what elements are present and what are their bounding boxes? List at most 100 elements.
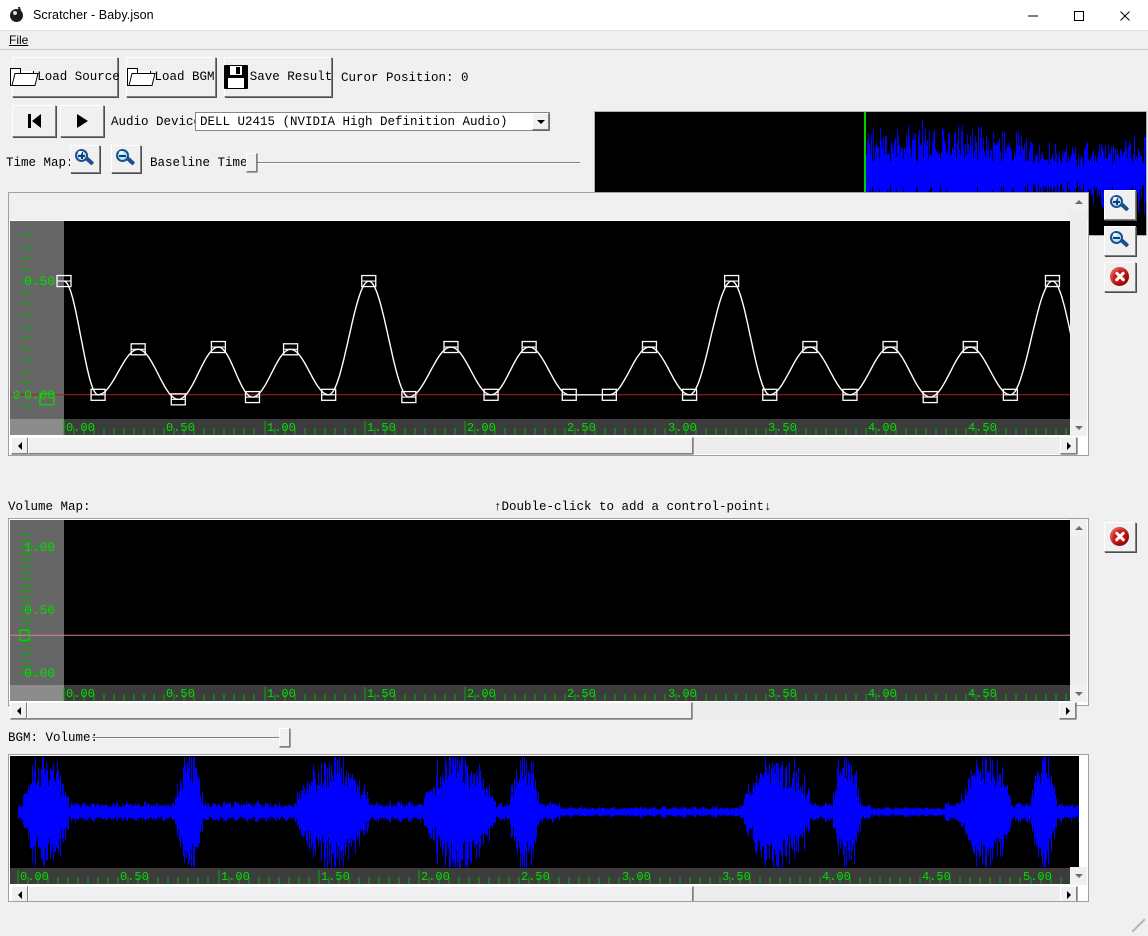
- time-map-ruler[interactable]: 0.00 0.50 1.00 1.50 2.00 2.50 3.00 3.50 4.00 4.50…: [10, 419, 1079, 435]
- scroll-right-button[interactable]: [1060, 886, 1077, 901]
- arrow-left-icon: [17, 441, 22, 450]
- svg-text:2.50: 2.50: [521, 870, 550, 884]
- baseline-time-slider-thumb[interactable]: [246, 153, 257, 172]
- minimize-button[interactable]: [1010, 0, 1056, 31]
- svg-text:2.00: 2.00: [421, 870, 450, 884]
- scroll-thumb[interactable]: [28, 886, 693, 901]
- play-button[interactable]: [60, 105, 104, 137]
- scroll-thumb[interactable]: [27, 702, 692, 719]
- audio-device-label: Audio Device:: [111, 115, 209, 129]
- scroll-track[interactable]: [27, 702, 1059, 719]
- time-map-svg: 0.500.000: [10, 221, 1079, 419]
- play-icon: [76, 114, 88, 128]
- maximize-button[interactable]: [1056, 0, 1102, 31]
- volume-map-plot[interactable]: 1.00 0.50 0.00: [10, 520, 1079, 685]
- svg-text:1.00: 1.00: [221, 870, 250, 884]
- volume-map-hscrollbar[interactable]: [10, 702, 1076, 719]
- menu-item-file-label: File: [9, 33, 29, 47]
- zoom-in-button[interactable]: [70, 145, 100, 173]
- scroll-track[interactable]: [28, 437, 1060, 454]
- bgm-hscrollbar[interactable]: [11, 886, 1077, 901]
- svg-text:4.50: 4.50: [968, 421, 997, 435]
- volume-map-ruler[interactable]: 0.00 0.50 1.00 1.50 2.00 2.50 3.00 3.50 4.00 4.50…: [10, 685, 1079, 701]
- volume-map-panel[interactable]: 1.00 0.50 0.00 0.00 0.50 1.00 1.50 2.00 2.50 3.0…: [8, 518, 1089, 706]
- arrow-right-icon: [1065, 706, 1070, 715]
- delete-time-map-point-button[interactable]: [1104, 262, 1136, 292]
- svg-text:0.50: 0.50: [120, 870, 149, 884]
- bgm-panel[interactable]: 0.00 0.50 1.00 1.50 2.00 2.50 3.00 3.50 4.00 4.50…: [8, 754, 1089, 902]
- arrow-right-icon: [1066, 441, 1071, 450]
- audio-device-select[interactable]: DELL U2415 (NVIDIA High Definition Audio…: [195, 112, 550, 131]
- bgm-volume-slider-thumb[interactable]: [279, 728, 290, 747]
- double-click-hint: ↑Double-click to add a control-point↓: [494, 500, 772, 514]
- time-map-panel[interactable]: 0.50 0.00 0 0.00 0.50 1.00 1.50 2.00 2.50 3.00 3.…: [8, 192, 1089, 456]
- scroll-right-button[interactable]: [1059, 702, 1076, 719]
- zoom-out-button[interactable]: [111, 145, 141, 173]
- svg-text:2.00: 2.00: [467, 687, 496, 701]
- svg-text:0.00: 0.00: [66, 687, 95, 701]
- zoom-in-time-map-button[interactable]: [1104, 190, 1136, 220]
- svg-text:1.50: 1.50: [367, 687, 396, 701]
- arrow-down-icon: [1074, 873, 1083, 878]
- bgm-volume-slider-track[interactable]: [92, 737, 287, 739]
- volume-map-label: Volume Map:: [8, 500, 91, 514]
- close-button[interactable]: [1102, 0, 1148, 31]
- time-map-ruler-svg: 0.00 0.50 1.00 1.50 2.00 2.50 3.00 3.50 4.00 4.50…: [63, 421, 1079, 435]
- svg-text:3.50: 3.50: [722, 870, 751, 884]
- skip-to-start-button[interactable]: [12, 105, 56, 137]
- load-source-button[interactable]: Load Source: [10, 57, 120, 97]
- scroll-up-button[interactable]: [1070, 519, 1087, 536]
- arrow-left-icon: [17, 890, 22, 899]
- load-bgm-button[interactable]: Load BGM: [126, 57, 216, 97]
- svg-text:1.00: 1.00: [267, 687, 296, 701]
- save-result-button[interactable]: Save Result: [223, 57, 333, 97]
- time-map-hscrollbar[interactable]: [11, 437, 1077, 454]
- svg-text:4.50: 4.50: [968, 687, 997, 701]
- time-map-vscrollbar[interactable]: [1070, 193, 1087, 436]
- chevron-down-icon[interactable]: [532, 113, 549, 130]
- scroll-down-button[interactable]: [1070, 419, 1087, 436]
- zoom-out-time-map-button[interactable]: [1104, 226, 1136, 256]
- baseline-time-slider-track[interactable]: [250, 162, 580, 164]
- toolbar: Load Source Load BGM Save Result Curor P…: [0, 50, 1148, 236]
- vscroll-track[interactable]: [1070, 536, 1087, 685]
- svg-text:4.00: 4.00: [822, 870, 851, 884]
- floppy-disk-icon: [223, 65, 248, 89]
- scroll-left-button[interactable]: [11, 437, 28, 454]
- bgm-volume-label: BGM: Volume:: [8, 731, 99, 745]
- zoom-in-icon: [1109, 194, 1131, 216]
- scroll-track[interactable]: [28, 886, 1060, 901]
- arrow-right-icon: [1066, 890, 1071, 899]
- time-map-plot[interactable]: 0.50 0.00 0: [10, 221, 1079, 419]
- delete-circle-icon: [1109, 266, 1131, 288]
- scroll-right-button[interactable]: [1060, 437, 1077, 454]
- resize-grip[interactable]: [1131, 918, 1146, 933]
- scratcher-window: Scratcher - Baby.json File Load Source L…: [0, 0, 1148, 936]
- svg-text:1.50: 1.50: [367, 421, 396, 435]
- delete-volume-map-point-button[interactable]: [1104, 522, 1136, 552]
- audio-device-value: DELL U2415 (NVIDIA High Definition Audio…: [200, 114, 508, 129]
- volume-map-vscrollbar[interactable]: [1070, 519, 1087, 702]
- vscroll-track[interactable]: [1070, 210, 1087, 419]
- arrow-up-icon: [1074, 525, 1083, 530]
- scroll-down-button[interactable]: [1070, 867, 1087, 884]
- svg-text:0.00: 0.00: [24, 666, 55, 681]
- svg-text:5.00: 5.00: [1023, 870, 1052, 884]
- scroll-up-button[interactable]: [1070, 193, 1087, 210]
- scroll-left-button[interactable]: [11, 886, 28, 901]
- app-icon: [9, 7, 26, 23]
- svg-text:0.00: 0.00: [66, 421, 95, 435]
- bgm-ruler[interactable]: 0.00 0.50 1.00 1.50 2.00 2.50 3.00 3.50 4.00 4.50…: [10, 868, 1079, 884]
- save-result-label: Save Result: [249, 70, 333, 84]
- bgm-waveform-plot[interactable]: [10, 756, 1079, 868]
- scroll-left-button[interactable]: [10, 702, 27, 719]
- svg-text:1.00: 1.00: [24, 540, 55, 555]
- bgm-vscrollbar[interactable]: [1070, 867, 1087, 885]
- bgm-ruler-svg: 0.00 0.50 1.00 1.50 2.00 2.50 3.00 3.50 4.00 4.50…: [17, 870, 1062, 884]
- volume-map-svg: 1.00 0.50 0.00: [10, 520, 1079, 685]
- bgm-waveform-svg: [10, 756, 1079, 868]
- scroll-down-button[interactable]: [1070, 685, 1087, 702]
- scroll-thumb[interactable]: [28, 437, 693, 454]
- svg-text:3.00: 3.00: [668, 687, 697, 701]
- menu-item-file[interactable]: File: [7, 32, 32, 48]
